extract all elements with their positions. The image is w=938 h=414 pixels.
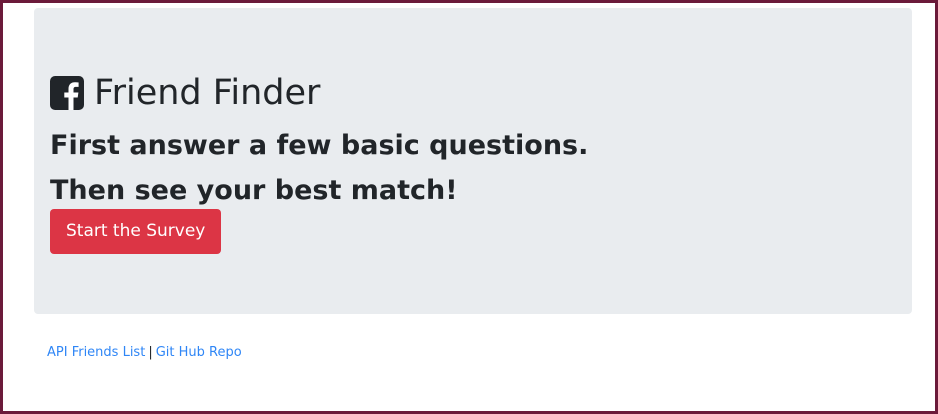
api-friends-list-link[interactable]: API Friends List xyxy=(47,345,145,360)
start-survey-button[interactable]: Start the Survey xyxy=(50,209,222,254)
hero-subtitle-line-2: Then see your best match! xyxy=(50,175,458,206)
git-hub-repo-link[interactable]: Git Hub Repo xyxy=(156,345,242,360)
hero-jumbotron: Friend Finder First answer a few basic q… xyxy=(34,8,912,314)
hero-subtitle-line-1: First answer a few basic questions. xyxy=(50,130,589,161)
title-row: Friend Finder xyxy=(50,72,320,114)
facebook-square-icon xyxy=(50,76,84,110)
page-frame: Friend Finder First answer a few basic q… xyxy=(0,0,938,414)
footer-links: API Friends List | Git Hub Repo xyxy=(47,345,242,360)
footer-separator: | xyxy=(148,345,153,360)
app-title: Friend Finder xyxy=(94,73,321,113)
